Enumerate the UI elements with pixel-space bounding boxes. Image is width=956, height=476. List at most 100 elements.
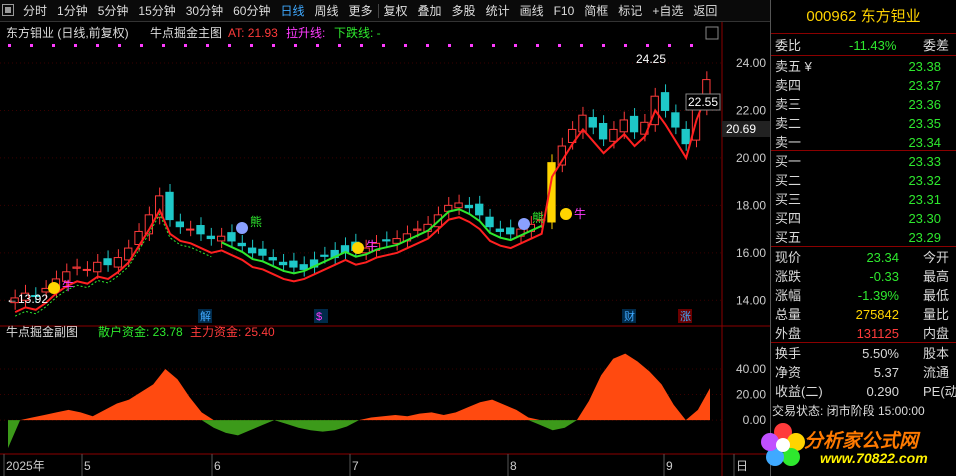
signal-dot [118, 44, 121, 47]
kline-chart[interactable]: 东方钼业 (日线,前复权) 牛点掘金主图 AT: 21.93 拉升线: 下跌线: - 24… [0, 22, 770, 476]
quote-row: 涨跌 -0.33 最高 [773, 267, 953, 286]
signal-dot [382, 44, 385, 47]
quote-label2: 今开 [923, 250, 950, 265]
y-tick-label: 24.00 [736, 56, 766, 70]
toolbar-action-4[interactable]: 画线 [515, 4, 549, 18]
candle-body [320, 254, 329, 257]
quote-label: 买五 [775, 230, 802, 245]
maximize-icon [705, 26, 719, 40]
signal-dot [646, 44, 649, 47]
signal-dot [74, 44, 77, 47]
quote-value: 23.36 [908, 97, 941, 112]
toolbar-action-2[interactable]: 多股 [447, 4, 481, 18]
quote-label: 卖四 [775, 78, 802, 93]
signal-dot [140, 44, 143, 47]
candle-body [227, 232, 236, 242]
toolbar-action-7[interactable]: 标记 [613, 4, 647, 18]
quote-label: 收益(二) [775, 384, 823, 399]
quote-label: 净资 [775, 365, 802, 380]
signal-dot [360, 44, 363, 47]
period-tab-4[interactable]: 30分钟 [181, 4, 228, 18]
quote-row: 买五 23.29 [773, 228, 953, 247]
signal-dot [338, 44, 341, 47]
quote-label: 买一 [775, 154, 802, 169]
smiley-icon [560, 208, 572, 220]
candle-body [619, 119, 628, 133]
period-tab-6[interactable]: 日线 [275, 4, 309, 18]
candle-body [82, 268, 92, 271]
signal-dot [536, 44, 539, 47]
quote-row: 卖二 23.35 [773, 114, 953, 133]
quote-value: 23.37 [908, 78, 941, 93]
toolbar-action-9[interactable]: 返回 [688, 4, 722, 18]
candle-body [485, 216, 494, 228]
toolbar-action-8[interactable]: +自选 [647, 4, 688, 18]
event-marker: 财 [624, 309, 635, 323]
menu-icon[interactable] [2, 3, 14, 16]
candle-body [454, 202, 463, 209]
logo-url: www.70822.com [820, 450, 928, 466]
period-tab-5[interactable]: 60分钟 [228, 4, 275, 18]
signal-dot [272, 44, 275, 47]
period-tab-8[interactable]: 更多 [344, 4, 378, 18]
period-tab-7[interactable]: 周线 [309, 4, 343, 18]
toolbar-action-1[interactable]: 叠加 [413, 4, 447, 18]
signal-dot [558, 44, 561, 47]
signal-dot [96, 44, 99, 47]
quote-row: 现价 23.34 今开 [773, 248, 953, 267]
toolbar-action-3[interactable]: 统计 [481, 4, 515, 18]
toolbar-action-6[interactable]: 简框 [579, 4, 613, 18]
candle-body [186, 228, 195, 231]
signal-dot [624, 44, 627, 47]
quote-label: 涨幅 [775, 288, 802, 303]
candle-body [216, 235, 226, 242]
last-price-tag: 20.69 [726, 122, 756, 136]
candle-body [278, 261, 288, 266]
signal-dot [228, 44, 231, 47]
y-tick-label: 20.00 [736, 151, 766, 165]
retail-fund-label: 散户资金: 23.78 [98, 324, 183, 339]
x-tick-label: 7 [352, 459, 359, 473]
signal-tag: 牛 [574, 206, 586, 221]
signal-dot [30, 44, 33, 47]
quote-value: 0.290 [866, 384, 899, 399]
quote-label2: 最低 [923, 288, 950, 303]
toolbar-action-0[interactable]: 复权 [377, 3, 413, 18]
main-fund-area [8, 353, 710, 421]
quote-row: 换手 5.50% 股本 [773, 344, 953, 363]
candle-body [237, 242, 246, 247]
toolbar-action-5[interactable]: F10 [549, 4, 580, 18]
candle-body [588, 117, 597, 128]
signal-dot [52, 44, 55, 47]
period-tab-2[interactable]: 5分钟 [93, 4, 134, 18]
logo-text: 分析家公式网 [804, 431, 919, 452]
smiley-icon [518, 218, 530, 230]
candle-body [299, 264, 308, 270]
period-tab-0[interactable]: 分时 [18, 4, 52, 18]
period-tab-1[interactable]: 1分钟 [52, 4, 93, 18]
signal-dot [426, 44, 429, 47]
quote-label2: 量比 [923, 307, 950, 322]
quote-row: 总量 275842 量比 [773, 305, 953, 324]
signal-dot [294, 44, 297, 47]
quote-label: 卖五 ¥ [775, 59, 812, 74]
quote-row: 卖四 23.37 [773, 76, 953, 95]
smiley-icon [236, 222, 248, 234]
stock-code-name: 000962 东方钽业 [771, 0, 956, 34]
quote-value: 23.38 [908, 59, 941, 74]
signal-dot [250, 44, 253, 47]
signal-dot [470, 44, 473, 47]
signal-dot [668, 44, 671, 47]
signal-dot [316, 44, 319, 47]
candle-body [289, 260, 298, 268]
candle-body [660, 92, 670, 111]
quote-row: 买二 23.32 [773, 171, 953, 190]
low-price-label: ←13.92 [6, 292, 48, 306]
up-line-label: 拉升线: [286, 25, 325, 40]
period-tab-3[interactable]: 15分钟 [133, 4, 180, 18]
quote-row: 卖五 ¥ 23.38 [773, 57, 953, 76]
quote-label2: 内盘 [923, 326, 950, 341]
signal-tag: 熊 [532, 210, 544, 225]
quote-value: -0.33 [869, 269, 899, 284]
main-fund-label: 主力资金: 25.40 [190, 324, 275, 339]
